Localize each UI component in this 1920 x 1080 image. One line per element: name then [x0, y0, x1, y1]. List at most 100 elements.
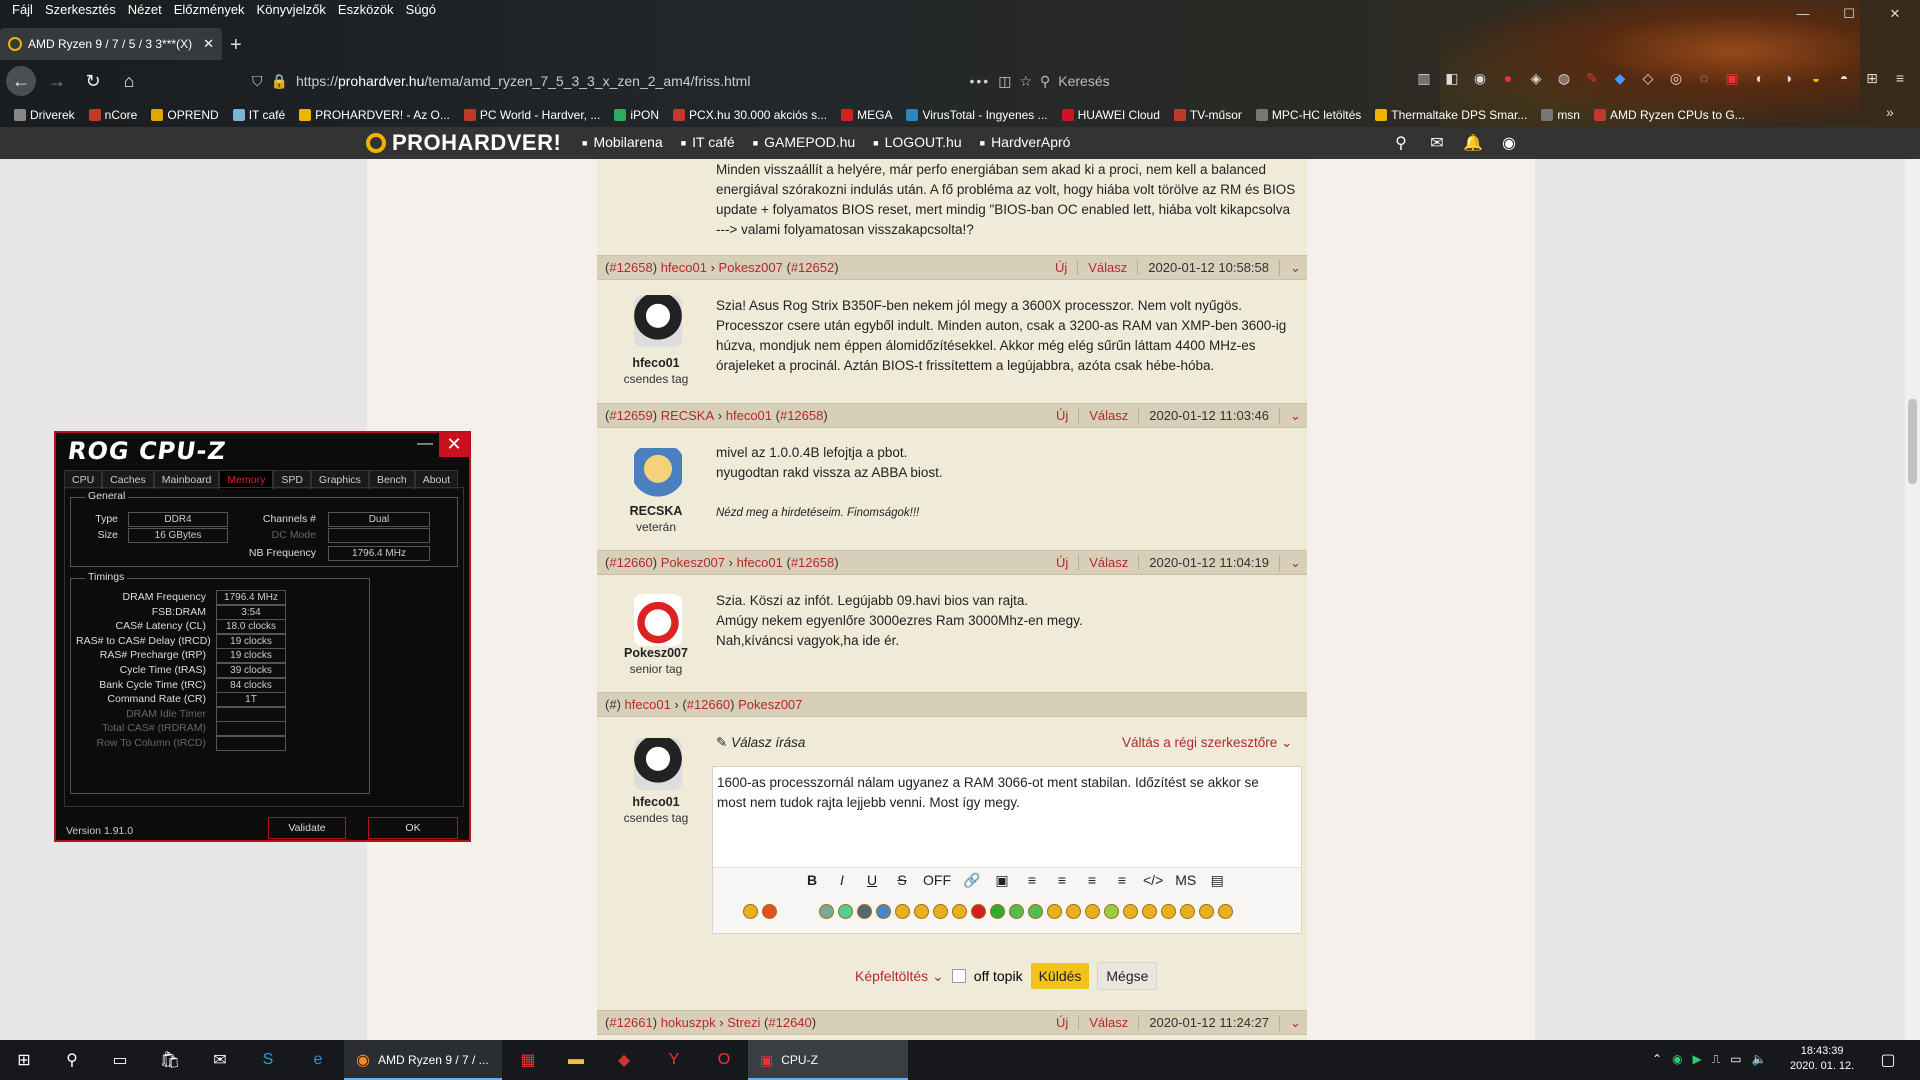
chevron-down-icon[interactable]: ⌄: [1279, 407, 1307, 424]
lock-icon[interactable]: 🔒: [271, 73, 288, 90]
taskbar-clock[interactable]: 18:43:39 2020. 01. 12.: [1790, 1044, 1854, 1074]
switch-editor-link[interactable]: Váltás a régi szerkesztőre ⌄: [1122, 735, 1292, 751]
link-mobilarena[interactable]: Mobilarena: [582, 134, 662, 150]
italic-button[interactable]: I: [833, 872, 851, 889]
menu-history[interactable]: Előzmények: [168, 0, 251, 20]
smiley-icon[interactable]: [838, 904, 853, 919]
image-upload-button[interactable]: Képfeltöltés ⌄: [855, 968, 944, 985]
chevron-down-icon[interactable]: ⌄: [1279, 554, 1307, 571]
smiley-icon[interactable]: [1028, 904, 1043, 919]
usb-icon[interactable]: ⎍: [1712, 1052, 1720, 1067]
search-box[interactable]: ⚲ Keresés: [1032, 66, 1372, 96]
smiley-icon[interactable]: [1066, 904, 1081, 919]
cancel-button[interactable]: Mégse: [1097, 962, 1158, 990]
reply-to-link[interactable]: Strezi: [727, 1015, 760, 1030]
post-id-link[interactable]: #12661: [609, 1015, 652, 1030]
taskbar-firefox[interactable]: ◉ AMD Ryzen 9 / 7 / ...: [344, 1040, 502, 1080]
cpuz-minimize-button[interactable]: —: [417, 435, 433, 453]
smiley-icon[interactable]: [1123, 904, 1138, 919]
menu-edit[interactable]: Szerkesztés: [39, 0, 122, 20]
reply-ref-link[interactable]: #12660: [687, 697, 730, 712]
opera-icon[interactable]: O: [712, 1048, 736, 1072]
maximize-button[interactable]: ☐: [1826, 0, 1872, 28]
smiley-icon[interactable]: [990, 904, 1005, 919]
post-author-link[interactable]: hfeco01: [625, 697, 671, 712]
smiley-icon[interactable]: [1180, 904, 1195, 919]
bookmarks-overflow-icon[interactable]: »: [1886, 104, 1894, 120]
more-actions-icon[interactable]: •••: [969, 73, 990, 89]
post-author-link[interactable]: RECSKA: [661, 408, 714, 423]
extensions-overflow-icon[interactable]: ⊞: [1862, 68, 1882, 88]
smiley-icon[interactable]: [857, 904, 872, 919]
bookmark-item[interactable]: PROHARDVER! - Az O...: [299, 108, 450, 122]
reply-link[interactable]: Válasz: [1078, 408, 1138, 423]
sidebar-icon[interactable]: ◧: [1442, 68, 1462, 88]
nvidia-icon[interactable]: ▶: [1693, 1052, 1702, 1067]
extension-icon[interactable]: ◒: [1806, 68, 1826, 88]
network-icon[interactable]: ▭: [1730, 1052, 1741, 1067]
smiley-icon[interactable]: [1047, 904, 1062, 919]
align-center-icon[interactable]: ≡: [1053, 872, 1071, 889]
bookmark-star-icon[interactable]: ☆: [1019, 73, 1032, 90]
bookmark-item[interactable]: PC World - Hardver, ...: [463, 108, 600, 122]
new-post-link[interactable]: Új: [1046, 1015, 1078, 1030]
chevron-down-icon[interactable]: ⌄: [1279, 1014, 1307, 1031]
reply-ref-link[interactable]: #12640: [768, 1015, 811, 1030]
reply-to-link[interactable]: Pokesz007: [738, 697, 802, 712]
avatar[interactable]: [634, 594, 682, 646]
bookmark-item[interactable]: iPON: [614, 108, 659, 122]
align-justify-icon[interactable]: ≡: [1113, 872, 1131, 889]
bookmark-item[interactable]: HUAWEI Cloud: [1061, 108, 1160, 122]
reply-editor[interactable]: 1600-as processzornál nálam ugyanez a RA…: [712, 766, 1302, 934]
smiley-icon[interactable]: [819, 904, 834, 919]
close-window-button[interactable]: ✕: [1872, 0, 1918, 28]
validate-button[interactable]: Validate: [268, 817, 346, 839]
tab-close-icon[interactable]: ✕: [203, 36, 214, 52]
avatar[interactable]: [634, 295, 682, 347]
post-id-link[interactable]: #12660: [609, 555, 652, 570]
shield-icon[interactable]: ⛉: [252, 73, 263, 90]
reply-textarea[interactable]: 1600-as processzornál nálam ugyanez a RA…: [717, 773, 1287, 813]
menu-file[interactable]: Fájl: [6, 0, 39, 20]
volume-icon[interactable]: 🔈: [1752, 1052, 1767, 1067]
bookmark-item[interactable]: TV-műsor: [1173, 108, 1242, 122]
link-itcafe[interactable]: IT café: [681, 134, 735, 150]
align-right-icon[interactable]: ≡: [1083, 872, 1101, 889]
link-hardverapro[interactable]: HardverApró: [980, 134, 1070, 150]
task-view-icon[interactable]: ▭: [108, 1048, 132, 1072]
post-author-link[interactable]: hokuszpk: [661, 1015, 716, 1030]
reply-link[interactable]: Válasz: [1077, 260, 1137, 275]
app-icon[interactable]: ◆: [612, 1048, 636, 1072]
strikethrough-button[interactable]: S: [893, 872, 911, 889]
smiley-icon[interactable]: [914, 904, 929, 919]
skype-icon[interactable]: S: [256, 1048, 280, 1072]
bookmark-item[interactable]: MEGA: [841, 108, 892, 122]
reply-to-link[interactable]: hfeco01: [726, 408, 772, 423]
image-icon[interactable]: ▣: [993, 872, 1011, 889]
bookmark-item[interactable]: msn: [1541, 108, 1580, 122]
back-arrow-icon[interactable]: ←: [6, 66, 36, 96]
bookmark-item[interactable]: Thermaltake DPS Smar...: [1375, 108, 1527, 122]
new-tab-button[interactable]: +: [230, 34, 242, 57]
messages-icon[interactable]: ✉: [1426, 132, 1448, 154]
reply-username[interactable]: hfeco01: [601, 795, 711, 809]
mail-icon[interactable]: ✉: [208, 1048, 232, 1072]
post-username[interactable]: hfeco01: [601, 356, 711, 370]
smiley-icon[interactable]: [895, 904, 910, 919]
extension-icon[interactable]: ◍: [1554, 68, 1574, 88]
pocket-icon[interactable]: ◫: [998, 73, 1011, 90]
send-button[interactable]: Küldés: [1030, 963, 1090, 989]
post-author-link[interactable]: Pokesz007: [661, 555, 725, 570]
smiley-icon[interactable]: [952, 904, 967, 919]
ms-button[interactable]: MS: [1175, 872, 1196, 889]
extension-icon[interactable]: ◈: [1526, 68, 1546, 88]
document-icon[interactable]: ▤: [1208, 872, 1226, 889]
link-logout[interactable]: LOGOUT.hu: [873, 134, 962, 150]
extension-icon[interactable]: ✎: [1582, 68, 1602, 88]
post-id-link[interactable]: #12659: [609, 408, 652, 423]
smiley-icon[interactable]: [1199, 904, 1214, 919]
notifications-icon[interactable]: ▢: [1876, 1048, 1900, 1072]
post-username[interactable]: Pokesz007: [601, 646, 711, 660]
smiley-icon[interactable]: [1218, 904, 1233, 919]
notifications-bell-icon[interactable]: 🔔: [1462, 132, 1484, 154]
